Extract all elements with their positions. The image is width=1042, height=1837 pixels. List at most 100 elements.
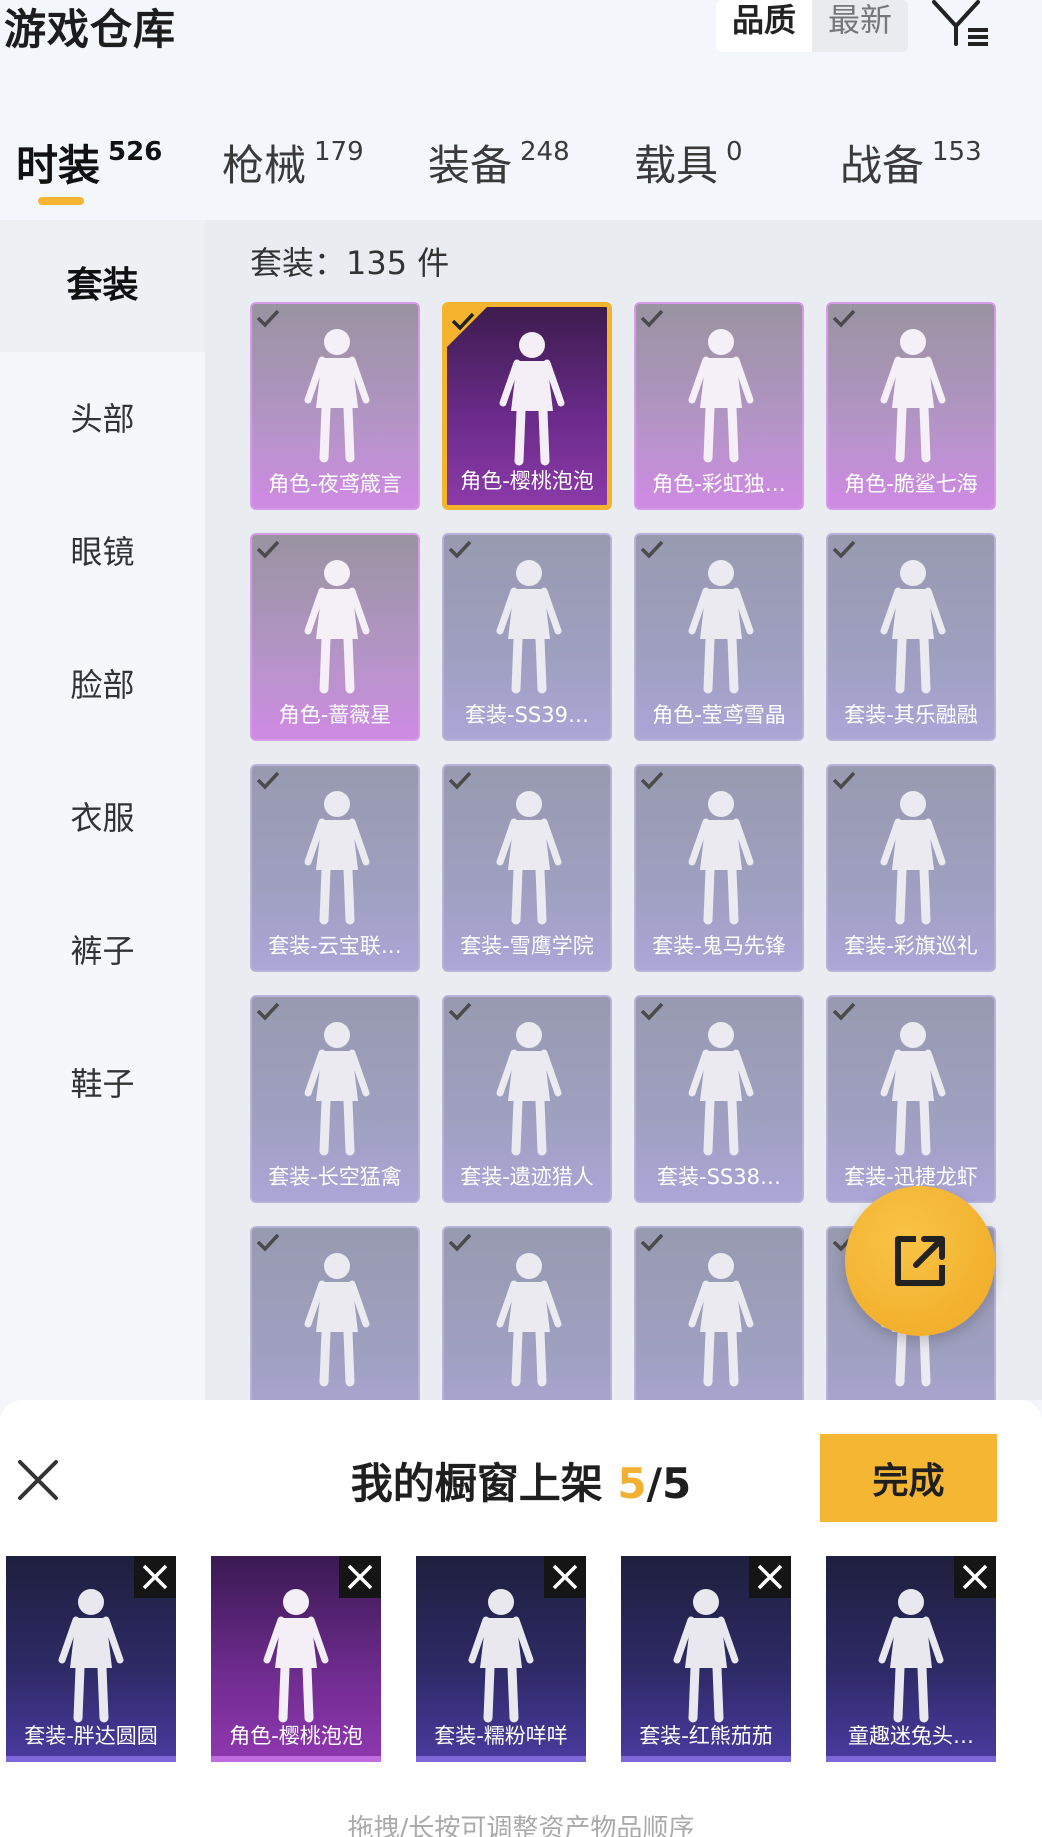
outfit-preview-icon <box>304 1253 370 1387</box>
sidebar-item-suits[interactable]: 套装 <box>0 220 205 352</box>
sidebar-item-shoes[interactable]: 鞋子 <box>0 1018 205 1150</box>
share-button[interactable] <box>845 1186 995 1336</box>
outfit-preview-icon <box>304 329 370 463</box>
sort-option-quality[interactable]: 品质 <box>716 0 812 52</box>
outfit-card[interactable]: 角色-樱桃泡泡 <box>442 302 612 510</box>
check-icon <box>832 309 856 328</box>
outfit-card[interactable]: 套装-长空猛禽 <box>250 995 420 1203</box>
outfit-card[interactable]: 套装-云宝联… <box>250 764 420 972</box>
outfit-card[interactable]: 角色-脆鲨七海 <box>826 302 996 510</box>
reorder-hint: 拖拽/长按可调整资产物品顺序 <box>347 1814 695 1837</box>
outfit-card-name: 套装-其乐融融 <box>844 703 978 727</box>
outfit-card[interactable]: 套装-SS39… <box>442 533 612 741</box>
sort-toggle[interactable]: 品质 最新 <box>716 0 908 52</box>
tab-vehicles[interactable]: 载具 0 <box>634 132 743 193</box>
remove-item-button[interactable] <box>134 1556 176 1598</box>
showcase-item[interactable]: 角色-樱桃泡泡 <box>211 1556 381 1762</box>
rarity-bar <box>416 1756 586 1762</box>
page-title: 游戏仓库 <box>4 5 177 54</box>
check-icon <box>448 1233 472 1252</box>
rarity-bar <box>826 1756 996 1762</box>
showcase-item[interactable]: 套装-胖达圆圆 <box>6 1556 176 1762</box>
item-count-label: 套装：135 件 <box>250 244 450 282</box>
remove-item-button[interactable] <box>954 1556 996 1598</box>
close-icon <box>552 1564 578 1590</box>
outfit-preview-icon <box>673 1589 739 1723</box>
outfit-card[interactable]: 角色-蔷薇星 <box>250 533 420 741</box>
outfit-card-name: 套装-SS39… <box>465 703 589 727</box>
tab-equipment[interactable]: 装备 248 <box>428 132 570 193</box>
outfit-card[interactable] <box>634 1226 804 1400</box>
outfit-preview-icon <box>263 1589 329 1723</box>
outfit-card[interactable]: 角色-莹鸢雪晶 <box>634 533 804 741</box>
outfit-card[interactable]: 套装-其乐融融 <box>826 533 996 741</box>
outfit-preview-icon <box>880 1022 946 1156</box>
outfit-preview-icon <box>304 560 370 694</box>
outfit-preview-icon <box>688 560 754 694</box>
outfit-preview-icon <box>688 329 754 463</box>
outfit-preview-icon <box>688 1253 754 1387</box>
sidebar-item-glasses[interactable]: 眼镜 <box>0 486 205 618</box>
outfit-card-name: 角色-蔷薇星 <box>278 703 392 727</box>
showcase-panel: 我的橱窗上架 5/5 完成 套装-胖达圆圆 角色-樱桃泡泡 套装-糯粉咩咩 套装-红熊… <box>0 1400 1042 1837</box>
outfit-preview-icon <box>304 1022 370 1156</box>
check-icon <box>640 309 664 328</box>
check-icon <box>448 1002 472 1021</box>
close-icon <box>347 1564 373 1590</box>
outfit-card-name: 套装-云宝联… <box>268 934 402 958</box>
remove-item-button[interactable] <box>339 1556 381 1598</box>
check-icon <box>448 771 472 790</box>
rarity-bar <box>621 1756 791 1762</box>
outfit-card[interactable]: 角色-彩虹独… <box>634 302 804 510</box>
remove-item-button[interactable] <box>749 1556 791 1598</box>
done-button[interactable]: 完成 <box>820 1434 997 1522</box>
outfit-preview-icon <box>688 791 754 925</box>
outfit-card[interactable]: 套装-SS38… <box>634 995 804 1203</box>
outfit-preview-icon <box>880 560 946 694</box>
outfit-preview-icon <box>880 329 946 463</box>
showcase-item-name: 套装-糯粉咩咩 <box>434 1724 568 1748</box>
outfit-card[interactable]: 套装-遗迹猎人 <box>442 995 612 1203</box>
sort-option-latest[interactable]: 最新 <box>812 0 908 52</box>
outfit-preview-icon <box>499 332 565 466</box>
remove-item-button[interactable] <box>544 1556 586 1598</box>
outfit-card[interactable]: 套装-鬼马先锋 <box>634 764 804 972</box>
outfit-card-name: 套装-鬼马先锋 <box>652 934 786 958</box>
outfit-card-name: 套装-遗迹猎人 <box>460 1165 594 1189</box>
outfit-preview-icon <box>880 791 946 925</box>
sidebar: 套装 头部 眼镜 脸部 衣服 裤子 鞋子 <box>0 220 205 1400</box>
header: 游戏仓库 品质 最新 <box>0 0 1042 70</box>
filter-icon[interactable] <box>932 0 992 46</box>
outfit-card[interactable]: 套装-彩旗巡礼 <box>826 764 996 972</box>
outfit-card-name: 角色-彩虹独… <box>652 472 786 496</box>
sidebar-item-clothes[interactable]: 衣服 <box>0 752 205 884</box>
tab-fashion[interactable]: 时装 526 <box>16 132 162 193</box>
outfit-card[interactable]: 套装-迅捷龙虾 <box>826 995 996 1203</box>
outfit-card[interactable]: 角色-夜鸢箴言 <box>250 302 420 510</box>
check-icon <box>640 1002 664 1021</box>
check-icon <box>256 540 280 559</box>
showcase-item-name: 套装-红熊茄茄 <box>639 1724 773 1748</box>
check-icon <box>832 1002 856 1021</box>
close-icon <box>962 1564 988 1590</box>
outfit-card-name: 套装-彩旗巡礼 <box>844 934 978 958</box>
sidebar-item-face[interactable]: 脸部 <box>0 619 205 751</box>
rarity-bar <box>211 1756 381 1762</box>
outfit-card[interactable]: 套装-雪鹰学院 <box>442 764 612 972</box>
showcase-item[interactable]: 套装-红熊茄茄 <box>621 1556 791 1762</box>
outfit-preview-icon <box>496 560 562 694</box>
tab-battle-gear[interactable]: 战备 153 <box>840 132 982 193</box>
showcase-item[interactable]: 套装-糯粉咩咩 <box>416 1556 586 1762</box>
sidebar-item-head[interactable]: 头部 <box>0 353 205 485</box>
showcase-item-name: 童趣迷兔头… <box>848 1724 974 1748</box>
outfit-card[interactable] <box>250 1226 420 1400</box>
showcase-item[interactable]: 童趣迷兔头… <box>826 1556 996 1762</box>
outfit-preview-icon <box>496 1253 562 1387</box>
sidebar-item-pants[interactable]: 裤子 <box>0 885 205 1017</box>
check-icon <box>256 1233 280 1252</box>
outfit-preview-icon <box>878 1589 944 1723</box>
outfit-card[interactable] <box>442 1226 612 1400</box>
tab-guns[interactable]: 枪械 179 <box>222 132 364 193</box>
close-icon <box>142 1564 168 1590</box>
outfit-card-name: 角色-樱桃泡泡 <box>460 469 594 493</box>
